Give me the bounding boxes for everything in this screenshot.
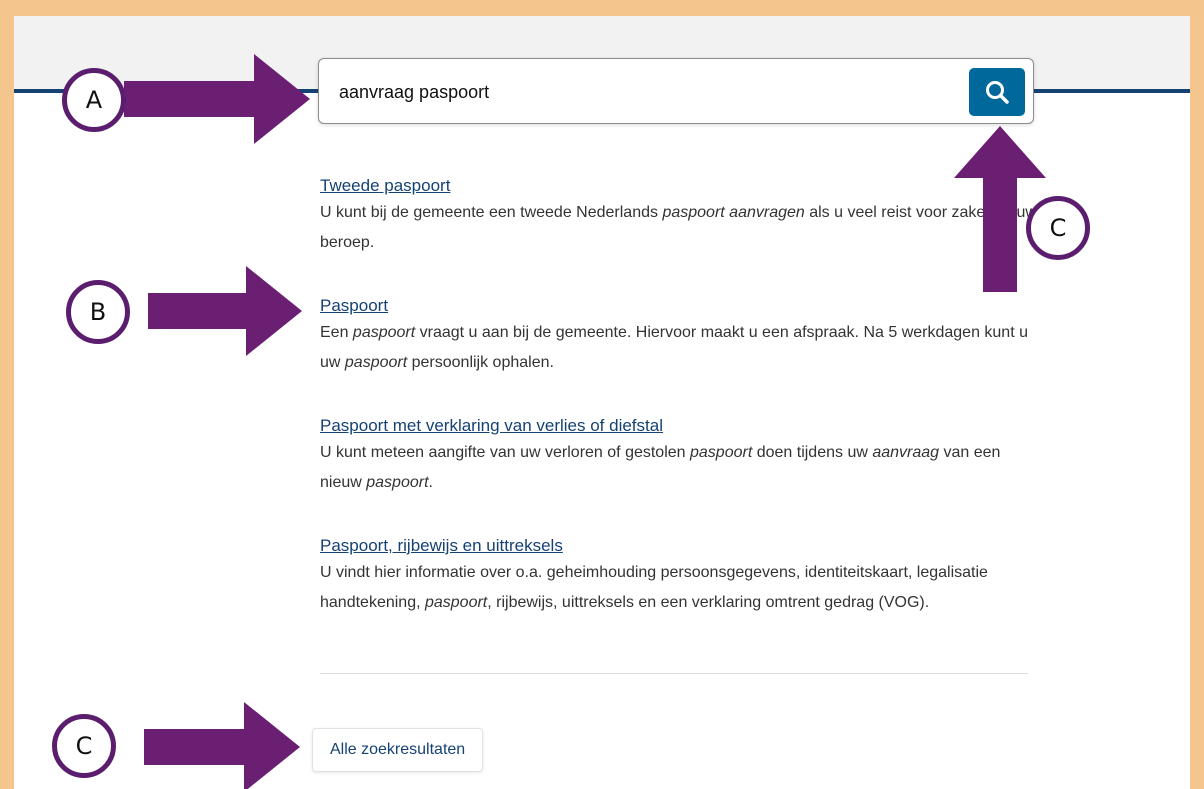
search-box [318,58,1034,124]
highlighted-term: paspoort aanvragen [662,204,805,221]
annotation-badge-c-search: C [1026,196,1090,260]
highlighted-term: paspoort [344,354,408,371]
annotation-arrow-c-all [144,702,300,789]
search-result: Paspoort met verklaring van verlies of d… [320,414,1040,498]
divider [320,673,1028,674]
result-title-link[interactable]: Tweede paspoort [320,174,1040,198]
page-frame: Tweede paspoort U kunt bij de gemeente e… [14,16,1190,789]
highlighted-term: paspoort [424,594,488,611]
annotation-arrow-b [148,266,302,356]
search-icon [986,81,1009,104]
search-result: Paspoort Een paspoort vraagt u aan bij d… [320,294,1040,378]
search-result: Paspoort, rijbewijs en uittreksels U vin… [320,534,1040,618]
annotation-badge-b: B [66,280,130,344]
result-title-link[interactable]: Paspoort [320,294,1040,318]
description-text: . [428,474,433,491]
annotation-arrow-a [124,54,310,144]
highlighted-term: paspoort [690,444,753,461]
result-description: U kunt bij de gemeente een tweede Nederl… [320,198,1040,258]
result-description: Een paspoort vraagt u aan bij de gemeent… [320,318,1040,378]
description-text: U kunt bij de gemeente een tweede Nederl… [320,204,663,221]
all-results-button[interactable]: Alle zoekresultaten [312,728,484,772]
description-text: Een [320,324,353,341]
annotation-badge-a: A [62,68,126,132]
search-input[interactable] [337,71,941,113]
annotation-badge-c-all: C [52,714,116,778]
search-button[interactable] [969,68,1025,116]
result-title-link[interactable]: Paspoort, rijbewijs en uittreksels [320,534,1040,558]
highlighted-term: aanvraag [872,444,940,461]
description-text: persoonlijk ophalen. [407,354,554,371]
highlighted-term: paspoort [352,324,416,341]
result-description: U kunt meteen aangifte van uw verloren o… [320,438,1040,498]
result-title-link[interactable]: Paspoort met verklaring van verlies of d… [320,414,1040,438]
description-text: , rijbewijs, uittreksels en een verklari… [487,594,930,611]
highlighted-term: paspoort [366,474,429,491]
search-result: Tweede paspoort U kunt bij de gemeente e… [320,174,1040,258]
description-text: doen tijdens uw [752,444,873,461]
description-text: U kunt meteen aangifte van uw verloren o… [320,444,690,461]
result-description: U vindt hier informatie over o.a. geheim… [320,558,1040,618]
